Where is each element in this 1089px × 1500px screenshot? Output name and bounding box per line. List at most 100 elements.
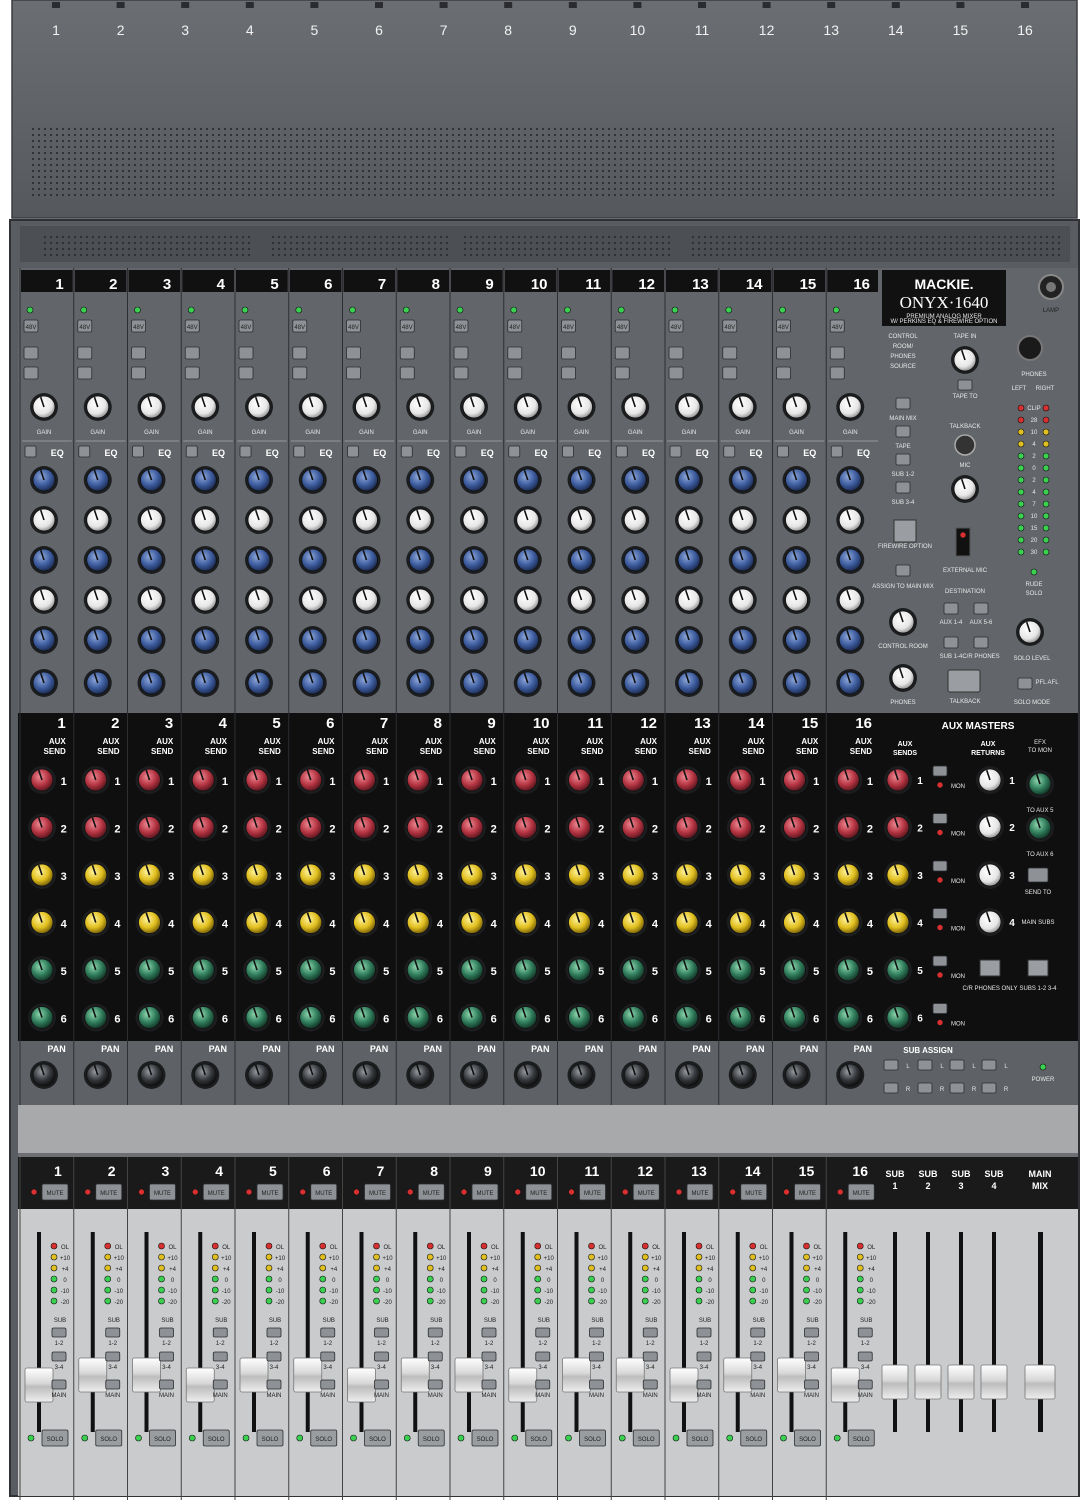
aux-6-knob[interactable] [780,1003,809,1032]
eq-high-knob[interactable] [513,466,542,494]
sub-assign-right-button[interactable] [917,1082,933,1094]
sub-34-button[interactable] [159,1351,174,1362]
sub-12-button[interactable] [857,1327,873,1338]
eq-low-mid-freq-knob[interactable] [675,586,703,614]
aux-3-knob[interactable] [565,861,594,889]
main-mix-button[interactable] [51,1379,67,1390]
control-room-knob[interactable] [889,608,917,636]
aux-2-knob[interactable] [458,813,486,842]
aux-6-knob[interactable] [834,1003,863,1032]
aux-2-knob[interactable] [673,813,701,842]
aux-4-knob[interactable] [565,908,594,937]
hipass-button[interactable] [829,366,845,380]
aux-4-knob[interactable] [135,908,164,937]
eq-low-mid-knob[interactable] [460,626,488,654]
eq-low-knob[interactable] [406,669,435,697]
aux-3-knob[interactable] [296,861,325,889]
sub-assign-right-button[interactable] [949,1082,965,1094]
eq-low-mid-knob[interactable] [30,626,58,654]
pan-knob[interactable] [782,1061,811,1089]
aux-3-knob[interactable] [726,861,755,889]
aux-6-knob[interactable] [296,1003,325,1032]
main-mix-button[interactable] [427,1379,443,1390]
sub-assign-right-button[interactable] [883,1082,899,1094]
aux-4-knob[interactable] [780,908,809,937]
eq-high-mid-knob[interactable] [621,546,650,574]
sub-12-button[interactable] [427,1327,443,1338]
eq-high-mid-knob[interactable] [567,546,596,574]
aux-4-knob[interactable] [350,908,379,937]
aux-1-knob[interactable] [458,766,486,794]
eq-low-mid-knob[interactable] [675,626,703,654]
aux-5-knob[interactable] [189,956,218,984]
main-mix-button[interactable] [696,1379,712,1390]
aux-2-knob[interactable] [834,813,863,842]
eq-high-mid-freq-knob[interactable] [30,506,58,534]
subs-button[interactable] [1027,959,1049,977]
sub-34-button[interactable] [857,1351,873,1362]
channel-fader[interactable] [777,1357,806,1393]
aux-5-knob[interactable] [619,956,648,984]
sub-34-button[interactable] [804,1351,819,1362]
pan-knob[interactable] [83,1061,112,1089]
aux-1-knob[interactable] [511,766,540,794]
aux-2-knob[interactable] [726,813,755,842]
aux-master-4-knob[interactable] [884,908,912,937]
aux-master-5-knob[interactable] [884,956,912,984]
eq-high-mid-knob[interactable] [137,546,166,574]
sub-12-button[interactable] [212,1327,228,1338]
eq-low-mid-freq-knob[interactable] [836,586,865,614]
aux-1-knob[interactable] [673,766,701,794]
aux-5-knob[interactable] [834,956,863,984]
gain-knob[interactable] [30,393,58,421]
sub-34-button[interactable] [105,1351,121,1362]
eq-low-mid-freq-knob[interactable] [621,586,650,614]
hipass-button[interactable] [238,366,254,380]
aux-6-knob[interactable] [619,1003,648,1032]
aux-5-knob[interactable] [565,956,594,984]
channel-fader[interactable] [562,1357,591,1393]
aux-3-knob[interactable] [673,861,701,889]
eq-high-mid-knob[interactable] [30,546,58,574]
pan-knob[interactable] [728,1061,757,1089]
aux-2-knob[interactable] [404,813,433,842]
channel-fader[interactable] [669,1367,699,1403]
hipass-button[interactable] [776,366,791,380]
eq-low-knob[interactable] [782,669,811,697]
talkback-button[interactable] [947,669,981,693]
main-mix-button[interactable] [320,1379,336,1390]
eq-low-mid-knob[interactable] [137,626,166,654]
polarity-button[interactable] [23,346,39,360]
sub-12-button[interactable] [481,1327,497,1338]
pan-knob[interactable] [567,1061,596,1089]
polarity-button[interactable] [238,346,254,360]
eq-in-button[interactable] [185,445,198,458]
aux-6-knob[interactable] [135,1003,164,1032]
polarity-button[interactable] [292,346,308,360]
aux-6-knob[interactable] [565,1003,594,1032]
eq-high-knob[interactable] [621,466,650,494]
aux-1-knob[interactable] [404,766,433,794]
eq-high-mid-freq-knob[interactable] [298,506,327,534]
sub-34-button[interactable] [212,1351,228,1362]
destination-button[interactable] [943,602,959,615]
aux-5-knob[interactable] [404,956,433,984]
aux-4-knob[interactable] [673,908,701,937]
aux-master-2-knob[interactable] [884,813,912,842]
sub-34-button[interactable] [320,1351,336,1362]
eq-low-mid-freq-knob[interactable] [245,586,273,614]
eq-low-mid-knob[interactable] [782,626,811,654]
aux-6-knob[interactable] [511,1003,540,1032]
sub-assign-left-button[interactable] [883,1059,899,1071]
aux-6-knob[interactable] [458,1003,486,1032]
aux-1-knob[interactable] [28,766,56,794]
pan-knob[interactable] [352,1061,381,1089]
eq-low-knob[interactable] [298,669,327,697]
assign-main-button[interactable] [895,564,911,577]
eq-low-mid-freq-knob[interactable] [782,586,811,614]
hipass-button[interactable] [453,366,469,380]
pan-knob[interactable] [137,1061,166,1089]
eq-low-knob[interactable] [621,669,650,697]
gain-knob[interactable] [191,393,220,421]
main-mix-button[interactable] [481,1379,497,1390]
